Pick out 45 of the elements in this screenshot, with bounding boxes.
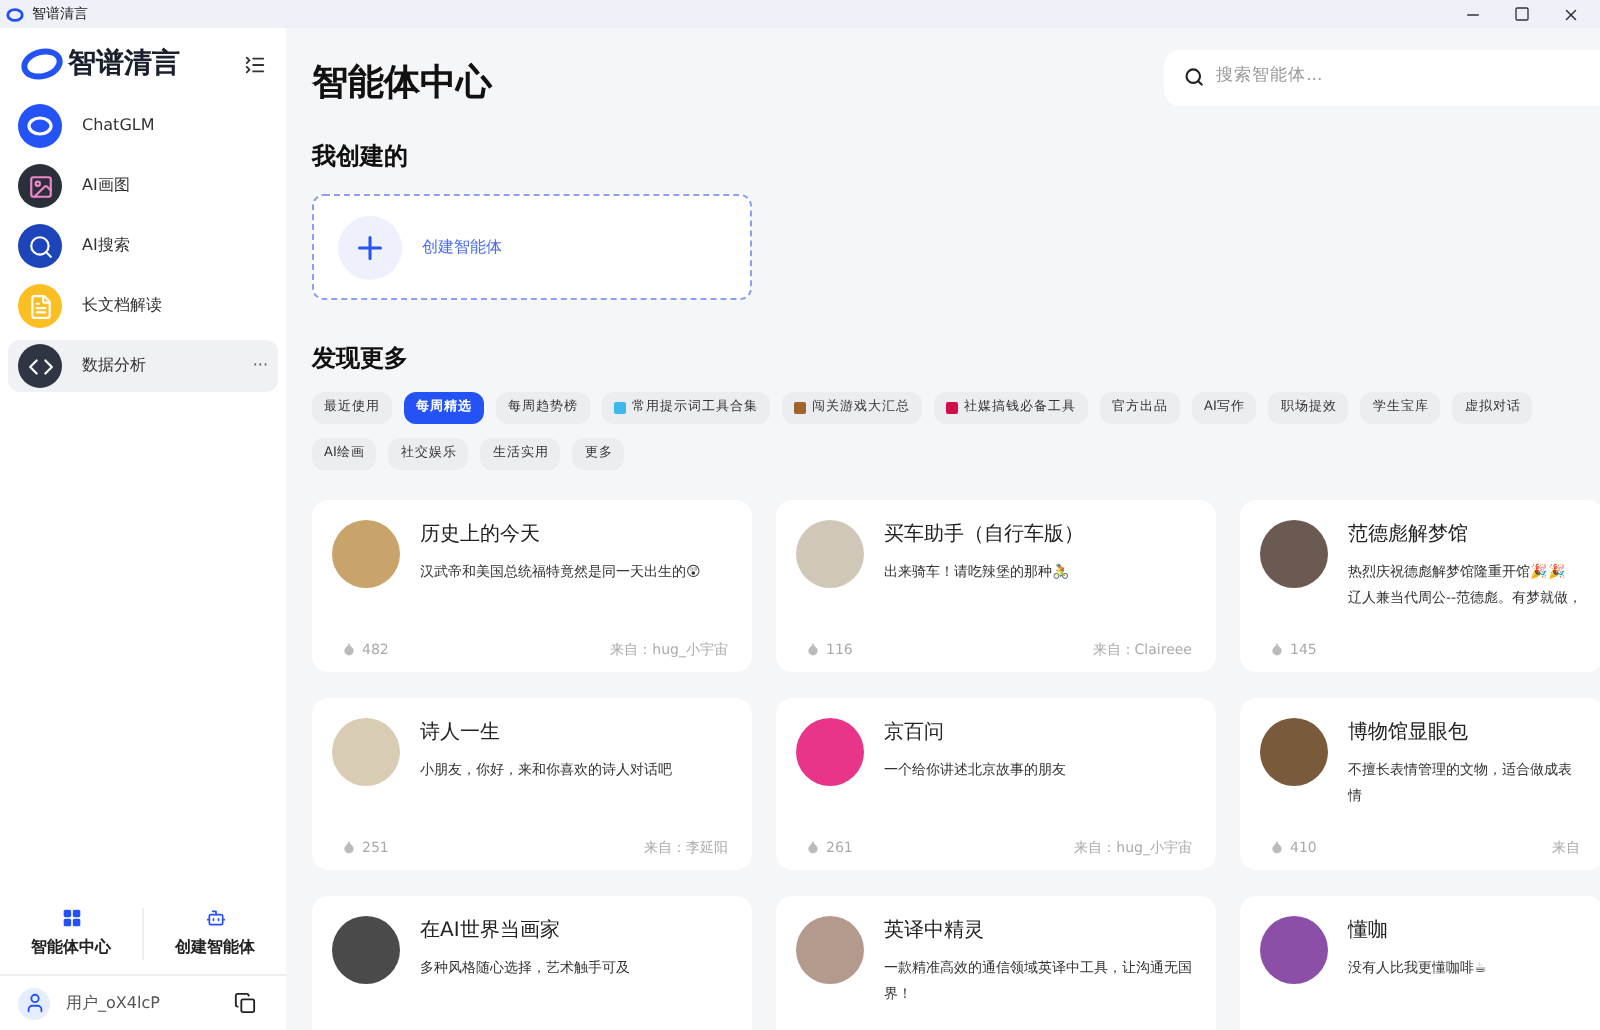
agent-title: 历史上的今天 bbox=[420, 521, 542, 550]
droplet-icon bbox=[342, 642, 356, 657]
close-icon[interactable] bbox=[1562, 5, 1580, 23]
ring-logo-icon bbox=[26, 112, 54, 140]
code-icon bbox=[27, 353, 53, 379]
sidebar-item[interactable]: AI画图 bbox=[8, 160, 278, 212]
droplet-icon bbox=[806, 642, 820, 657]
agent-title: 英译中精灵 bbox=[884, 917, 986, 946]
sidebar-action-button[interactable]: 创建智能体 bbox=[144, 907, 286, 959]
agent-title: 买车助手（自行车版） bbox=[884, 521, 1084, 550]
droplet-icon bbox=[1270, 642, 1284, 657]
search-icon bbox=[1184, 66, 1205, 88]
image-icon bbox=[27, 173, 53, 199]
agent-title: 范德彪解梦馆 bbox=[1348, 521, 1470, 550]
maximize-icon[interactable] bbox=[1514, 6, 1530, 22]
droplet-icon bbox=[342, 840, 356, 855]
sidebar-item[interactable]: AI搜索 bbox=[8, 220, 278, 272]
user-avatar-icon bbox=[23, 992, 45, 1014]
copy-icon[interactable] bbox=[234, 992, 256, 1014]
section-title: 我创建的 bbox=[312, 140, 410, 174]
agent-title: 京百问 bbox=[884, 719, 946, 748]
search-input[interactable]: 搜索智能体... bbox=[1216, 64, 1580, 90]
droplet-icon bbox=[1270, 840, 1284, 855]
agent-title: 懂咖 bbox=[1348, 917, 1390, 946]
brand-logo-icon bbox=[20, 46, 64, 82]
agent-title: 在AI世界当画家 bbox=[420, 917, 562, 946]
droplet-icon bbox=[806, 840, 820, 855]
sidebar-action-button[interactable]: 智能体中心 bbox=[0, 907, 144, 959]
user-name: 用户_oX4lcP bbox=[66, 991, 160, 1015]
app-logo-icon bbox=[6, 5, 24, 23]
sidebar-item[interactable]: ChatGLM bbox=[8, 100, 278, 152]
agent-title: 博物馆显眼包 bbox=[1348, 719, 1470, 748]
grid-icon bbox=[61, 907, 81, 927]
document-icon bbox=[27, 293, 53, 319]
agent-title: 诗人一生 bbox=[420, 719, 502, 748]
collapse-sidebar-icon[interactable] bbox=[244, 53, 266, 75]
create-agent-button[interactable]: 创建智能体 bbox=[312, 194, 752, 300]
search-field[interactable]: 搜索智能体... bbox=[1164, 49, 1600, 105]
robot-icon bbox=[205, 907, 225, 927]
page-title: 智能体中心 bbox=[312, 60, 492, 108]
sidebar-item[interactable]: 长文档解读 bbox=[8, 280, 278, 332]
section-title: 发现更多 bbox=[312, 342, 410, 376]
brand-name: 智谱清言 bbox=[68, 45, 180, 83]
sidebar-item[interactable]: 数据分析 ··· bbox=[8, 340, 278, 392]
search-icon bbox=[27, 233, 53, 259]
